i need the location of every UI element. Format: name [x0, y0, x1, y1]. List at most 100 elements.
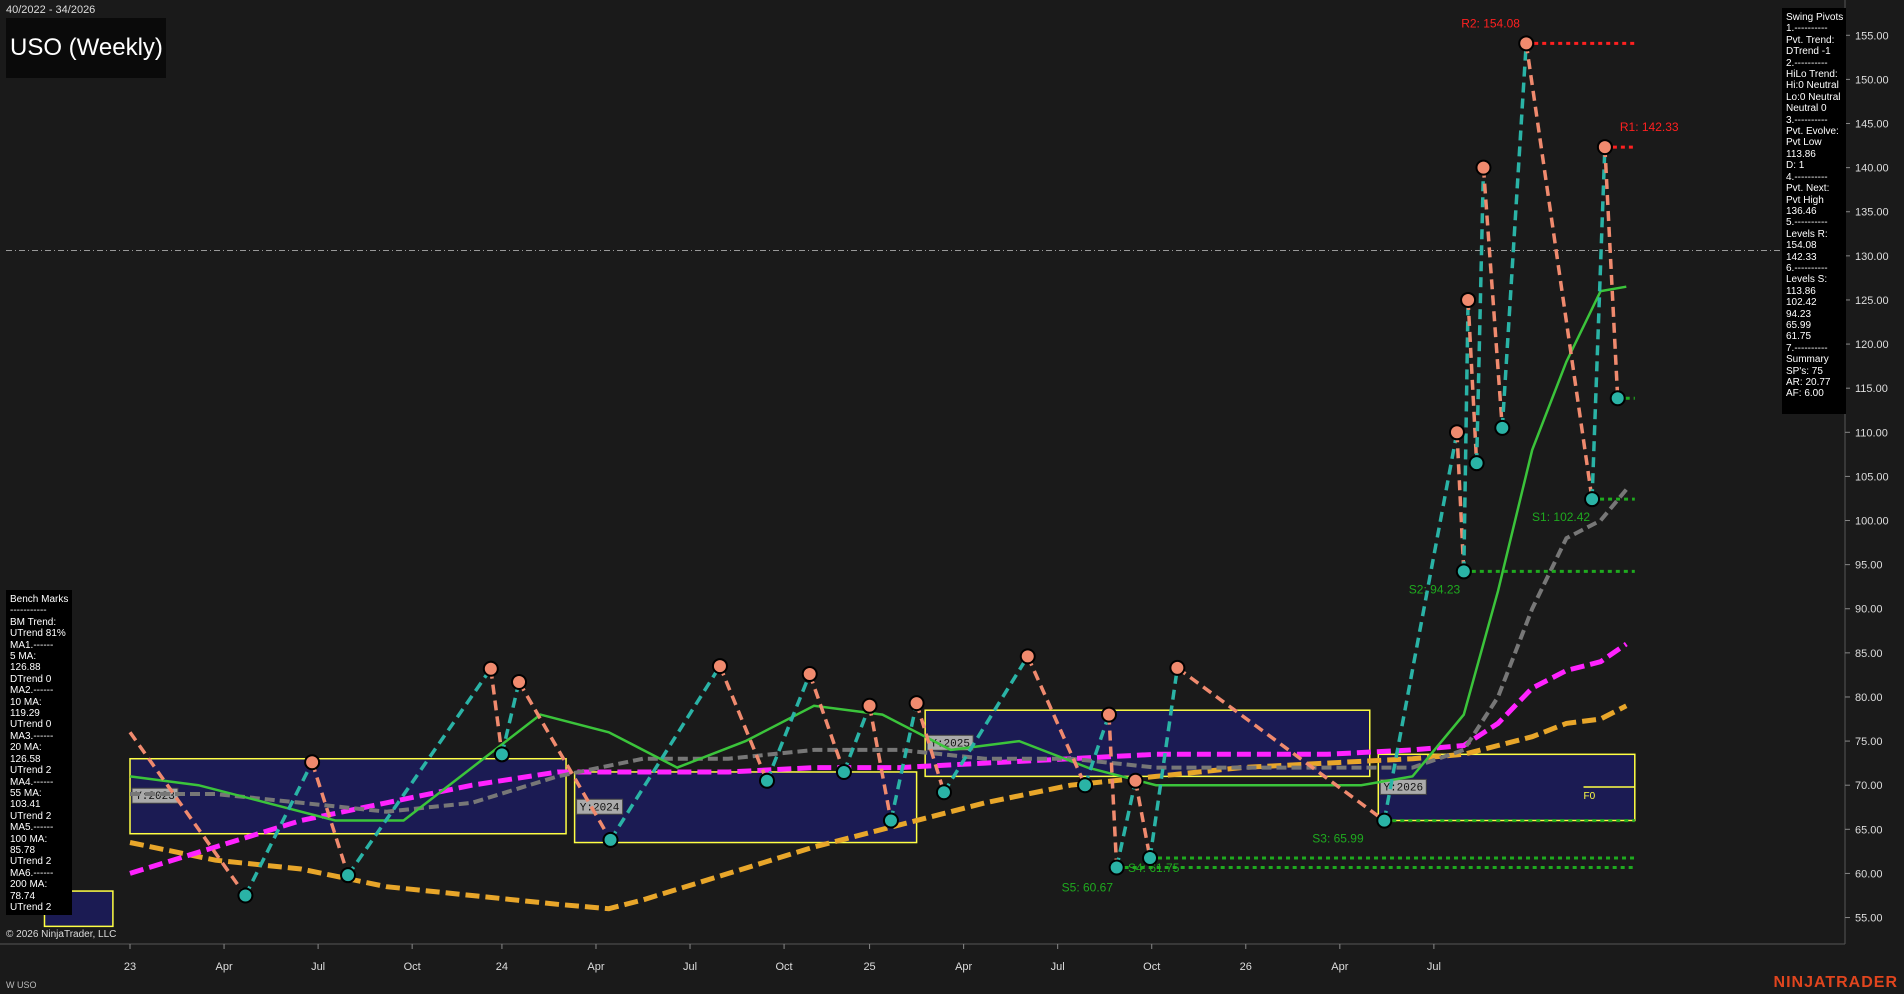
- swing-segment: [489, 668, 504, 755]
- swing-segment: [842, 705, 872, 773]
- bench-marks-panel: Bench Marks ----------- BM Trend: UTrend…: [6, 590, 72, 915]
- swing-low-marker: [1142, 849, 1159, 866]
- y-tick-label: 150.00: [1855, 74, 1889, 86]
- swing-low-marker: [602, 831, 619, 848]
- y-tick-label: 140.00: [1855, 163, 1889, 175]
- y-tick-label: 135.00: [1855, 207, 1889, 219]
- year-box-label: Y:2024: [580, 802, 620, 814]
- f0-label: F0: [1584, 791, 1596, 802]
- y-tick-label: 80.00: [1855, 692, 1883, 704]
- swing-segment: [1114, 780, 1138, 868]
- swing-low-marker: [758, 772, 775, 789]
- swing-low-marker: [340, 867, 357, 884]
- swing-low-marker: [493, 746, 510, 763]
- resistance-label: R2: 154.08: [1461, 16, 1520, 30]
- y-tick-label: 120.00: [1855, 339, 1889, 351]
- swing-high-marker: [1475, 159, 1492, 176]
- y-tick-label: 70.00: [1855, 780, 1883, 792]
- swing-segment: [1603, 146, 1620, 399]
- swing-high-marker: [1169, 659, 1186, 676]
- swing-low-marker: [1108, 859, 1125, 876]
- swing-low-marker: [1494, 419, 1511, 436]
- swing-high-marker: [1460, 291, 1477, 308]
- x-tick-label: 24: [496, 961, 508, 973]
- brand-logo: NINJATRADER: [1773, 974, 1898, 991]
- swing-low-marker: [1468, 455, 1485, 472]
- swing-segment: [1524, 43, 1594, 500]
- y-tick-label: 110.00: [1855, 427, 1888, 439]
- support-label: S1: 102.42: [1532, 510, 1590, 524]
- y-tick-label: 145.00: [1855, 119, 1889, 131]
- y-tick-label: 130.00: [1855, 251, 1889, 263]
- x-tick-label: Apr: [215, 961, 232, 973]
- support-label: S5: 60.67: [1062, 881, 1114, 895]
- swing-low-marker: [935, 784, 952, 801]
- swing-low-marker: [1609, 390, 1626, 407]
- x-tick-label: 23: [124, 961, 136, 973]
- swing-segment: [1466, 299, 1479, 464]
- y-tick-label: 125.00: [1855, 295, 1889, 307]
- x-tick-label: 25: [863, 961, 875, 973]
- swing-high-marker: [1019, 648, 1036, 665]
- x-tick-label: Apr: [955, 961, 972, 973]
- x-tick-label: Jul: [1051, 961, 1065, 973]
- swing-segment: [1500, 43, 1528, 428]
- swing-segment: [1474, 167, 1486, 464]
- x-tick-label: Apr: [1331, 961, 1348, 973]
- chart-title: USO (Weekly): [6, 18, 166, 78]
- swing-segment: [718, 665, 769, 782]
- swing-low-marker: [1455, 563, 1472, 580]
- swing-high-marker: [908, 695, 925, 712]
- y-tick-label: 55.00: [1855, 913, 1883, 925]
- support-label: S3: 65.99: [1312, 832, 1364, 846]
- y-tick-label: 115.00: [1855, 383, 1888, 395]
- support-label: S2: 94.23: [1409, 582, 1461, 596]
- swing-low-marker: [237, 887, 254, 904]
- copyright: © 2026 NinjaTrader, LLC: [6, 929, 117, 940]
- y-tick-label: 85.00: [1855, 648, 1883, 660]
- swing-low-marker: [1376, 812, 1393, 829]
- swing-high-marker: [304, 754, 321, 771]
- swing-segment: [1133, 780, 1152, 859]
- y-tick-label: 75.00: [1855, 736, 1883, 748]
- swing-high-marker: [711, 658, 728, 675]
- y-tick-label: 65.00: [1855, 824, 1883, 836]
- y-tick-label: 90.00: [1855, 604, 1883, 616]
- date-range: 40/2022 - 34/2026: [6, 4, 96, 16]
- swing-low-marker: [1077, 777, 1094, 794]
- swing-high-marker: [801, 666, 818, 683]
- x-tick-label: 26: [1240, 961, 1252, 973]
- resistance-label: R1: 142.33: [1620, 120, 1679, 134]
- swing-low-marker: [835, 763, 852, 780]
- swing-segment: [808, 673, 846, 773]
- x-tick-label: Oct: [776, 961, 793, 973]
- x-tick-label: Oct: [1143, 961, 1160, 973]
- swing-segment: [1590, 147, 1607, 500]
- swing-low-marker: [882, 812, 899, 829]
- swing-high-marker: [861, 697, 878, 714]
- x-tick-label: Jul: [311, 961, 325, 973]
- swing-pivots-panel: Swing Pivots 1.---------- Pvt. Trend: DT…: [1782, 8, 1846, 414]
- y-tick-label: 155.00: [1855, 30, 1889, 42]
- y-tick-label: 95.00: [1855, 560, 1883, 572]
- swing-high-marker: [511, 673, 528, 690]
- swing-low-marker: [1584, 491, 1601, 508]
- swing-high-marker: [1596, 139, 1613, 156]
- x-tick-label: Jul: [683, 961, 697, 973]
- swing-segment: [1481, 167, 1505, 429]
- swing-segment: [1462, 299, 1470, 572]
- x-tick-label: Jul: [1427, 961, 1441, 973]
- swing-high-marker: [1100, 706, 1117, 723]
- y-tick-label: 60.00: [1855, 868, 1883, 880]
- y-tick-label: 100.00: [1855, 516, 1889, 528]
- swing-high-marker: [1127, 772, 1144, 789]
- year-box: [129, 757, 567, 835]
- instrument-label: W USO: [6, 980, 37, 990]
- ma-short-line: [129, 285, 1627, 822]
- swing-high-marker: [482, 660, 499, 677]
- swing-high-marker: [1518, 35, 1535, 52]
- x-tick-label: Oct: [404, 961, 421, 973]
- x-tick-label: Apr: [587, 961, 604, 973]
- swing-high-marker: [1448, 424, 1465, 441]
- chart-canvas: Y:2023Y:2024Y:2025Y:2026F0 R2: 154.08R1:…: [0, 0, 1889, 973]
